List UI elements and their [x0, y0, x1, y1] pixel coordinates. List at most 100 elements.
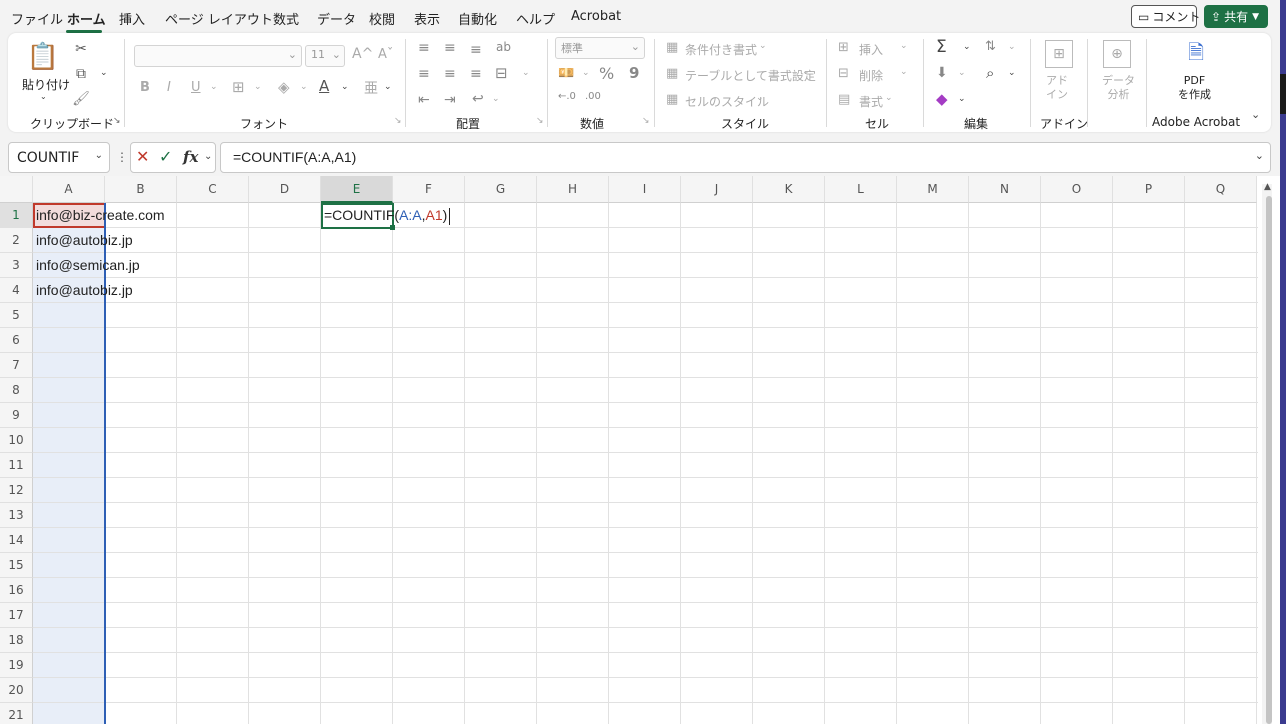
- font-name-dropdown[interactable]: ⌄: [134, 45, 302, 67]
- chevron-down-icon[interactable]: ⌄: [210, 82, 218, 92]
- column-header-n[interactable]: N: [969, 176, 1041, 203]
- align-right-icon[interactable]: ≡: [470, 66, 482, 82]
- chevron-down-icon[interactable]: ⌄: [963, 42, 971, 52]
- row-header-11[interactable]: 11: [0, 453, 33, 478]
- chevron-down-icon[interactable]: ⌄: [1008, 68, 1016, 78]
- copy-icon[interactable]: ⧉: [72, 65, 90, 83]
- row-header-7[interactable]: 7: [0, 353, 33, 378]
- cell-a3[interactable]: info@semican.jp: [33, 253, 140, 278]
- format-painter-icon[interactable]: 🖌: [72, 90, 90, 108]
- align-center-icon[interactable]: ≡: [444, 66, 456, 82]
- dialog-launcher-icon[interactable]: ↘: [642, 116, 650, 126]
- row-header-1[interactable]: 1: [0, 203, 33, 228]
- row-header-3[interactable]: 3: [0, 253, 33, 278]
- row-header-14[interactable]: 14: [0, 528, 33, 553]
- data-analysis-button-label[interactable]: データ 分析: [1102, 74, 1135, 102]
- font-size-dropdown[interactable]: 11 ⌄: [305, 45, 345, 67]
- comment-button[interactable]: ▭ コメント: [1131, 5, 1200, 28]
- increase-indent-icon[interactable]: ⇥: [444, 92, 456, 108]
- column-header-a[interactable]: A: [33, 176, 105, 203]
- row-header-21[interactable]: 21: [0, 703, 33, 724]
- decrease-decimal-icon[interactable]: .00: [585, 91, 601, 102]
- column-header-m[interactable]: M: [897, 176, 969, 203]
- row-header-15[interactable]: 15: [0, 553, 33, 578]
- align-bottom-icon[interactable]: ≡: [470, 42, 482, 58]
- chevron-down-icon[interactable]: ⌄: [384, 82, 392, 92]
- create-pdf-button-label[interactable]: PDF を作成: [1178, 74, 1211, 102]
- more-options-icon[interactable]: ⋮: [116, 150, 128, 164]
- tab-automate[interactable]: 自動化: [458, 9, 497, 28]
- row-header-20[interactable]: 20: [0, 678, 33, 703]
- cell-a4[interactable]: info@autobiz.jp: [33, 278, 133, 303]
- tab-help[interactable]: ヘルプ: [516, 9, 555, 28]
- cancel-icon[interactable]: ✕: [136, 147, 149, 166]
- expand-formula-icon[interactable]: ⌄: [1255, 149, 1264, 162]
- wrap-text-icon[interactable]: ↩: [472, 91, 484, 107]
- chevron-down-icon[interactable]: ⌄: [522, 68, 530, 78]
- share-button[interactable]: ⇪ 共有 ▼: [1204, 5, 1268, 28]
- chevron-down-icon[interactable]: ⌄: [958, 68, 966, 78]
- row-header-9[interactable]: 9: [0, 403, 33, 428]
- column-header-d[interactable]: D: [249, 176, 321, 203]
- row-header-2[interactable]: 2: [0, 228, 33, 253]
- name-box[interactable]: COUNTIF ⌄: [8, 142, 110, 173]
- select-all-corner[interactable]: [0, 176, 33, 203]
- column-header-f[interactable]: F: [393, 176, 465, 203]
- collapse-ribbon-icon[interactable]: ⌄: [1251, 108, 1260, 121]
- column-header-k[interactable]: K: [753, 176, 825, 203]
- column-header-q[interactable]: Q: [1185, 176, 1257, 203]
- row-header-12[interactable]: 12: [0, 478, 33, 503]
- chevron-down-icon[interactable]: ⌄: [1008, 42, 1016, 52]
- cell-a2[interactable]: info@autobiz.jp: [33, 228, 133, 253]
- chevron-down-icon[interactable]: ⌄: [582, 68, 590, 78]
- cell-e1-editing[interactable]: =COUNTIF(A:A,A1): [321, 203, 451, 228]
- underline-button[interactable]: U: [191, 80, 201, 95]
- bold-button[interactable]: B: [140, 80, 150, 95]
- decrease-indent-icon[interactable]: ⇤: [418, 92, 430, 108]
- column-header-j[interactable]: J: [681, 176, 753, 203]
- row-header-6[interactable]: 6: [0, 328, 33, 353]
- chevron-down-icon[interactable]: ⌄: [958, 94, 966, 104]
- add-ins-button-label[interactable]: アド イン: [1046, 74, 1068, 102]
- data-analysis-icon[interactable]: ⊕: [1103, 40, 1131, 68]
- column-header-o[interactable]: O: [1041, 176, 1113, 203]
- tab-page-layout[interactable]: ページ レイアウト: [165, 9, 273, 28]
- number-format-dropdown[interactable]: 標準 ⌄: [555, 37, 645, 59]
- chevron-down-icon[interactable]: ⌄: [300, 82, 308, 92]
- add-ins-icon[interactable]: ⊞: [1045, 40, 1073, 68]
- column-header-i[interactable]: I: [609, 176, 681, 203]
- chevron-down-icon[interactable]: ⌄: [100, 68, 108, 78]
- tab-formulas[interactable]: 数式: [273, 9, 299, 28]
- italic-button[interactable]: I: [167, 80, 171, 95]
- column-header-l[interactable]: L: [825, 176, 897, 203]
- find-icon[interactable]: ⌕: [986, 64, 994, 82]
- row-header-8[interactable]: 8: [0, 378, 33, 403]
- comma-style-button[interactable]: 9: [629, 64, 639, 82]
- pdf-icon[interactable]: 🗎: [1182, 40, 1210, 70]
- row-header-4[interactable]: 4: [0, 278, 33, 303]
- paste-label[interactable]: 貼り付け: [22, 76, 70, 93]
- dialog-launcher-icon[interactable]: ↘: [113, 116, 121, 126]
- enter-check-icon[interactable]: ✓: [159, 147, 172, 166]
- column-header-p[interactable]: P: [1113, 176, 1185, 203]
- column-header-g[interactable]: G: [465, 176, 537, 203]
- chevron-down-icon[interactable]: ⌄: [341, 82, 349, 92]
- autosum-icon[interactable]: Σ: [936, 37, 947, 57]
- phonetic-icon[interactable]: 亜: [364, 78, 378, 98]
- increase-decimal-icon[interactable]: ←.0: [558, 91, 576, 102]
- clear-icon[interactable]: ◆: [936, 90, 948, 108]
- shrink-font-icon[interactable]: Aˇ: [378, 47, 393, 62]
- chevron-down-icon[interactable]: ⌄: [95, 150, 103, 161]
- sort-filter-icon[interactable]: ⇅: [985, 39, 996, 54]
- align-middle-icon[interactable]: ≡: [444, 40, 456, 56]
- row-header-18[interactable]: 18: [0, 628, 33, 653]
- scroll-up-icon[interactable]: ▲: [1264, 182, 1271, 192]
- cut-icon[interactable]: ✂: [72, 40, 90, 58]
- scrollbar-thumb[interactable]: [1266, 196, 1272, 724]
- chevron-down-icon[interactable]: ⌄: [492, 94, 500, 104]
- chevron-down-icon[interactable]: ⌄: [254, 82, 262, 92]
- tab-acrobat[interactable]: Acrobat: [571, 9, 621, 24]
- border-icon[interactable]: ⊞: [232, 78, 245, 96]
- row-header-5[interactable]: 5: [0, 303, 33, 328]
- align-left-icon[interactable]: ≡: [418, 66, 430, 82]
